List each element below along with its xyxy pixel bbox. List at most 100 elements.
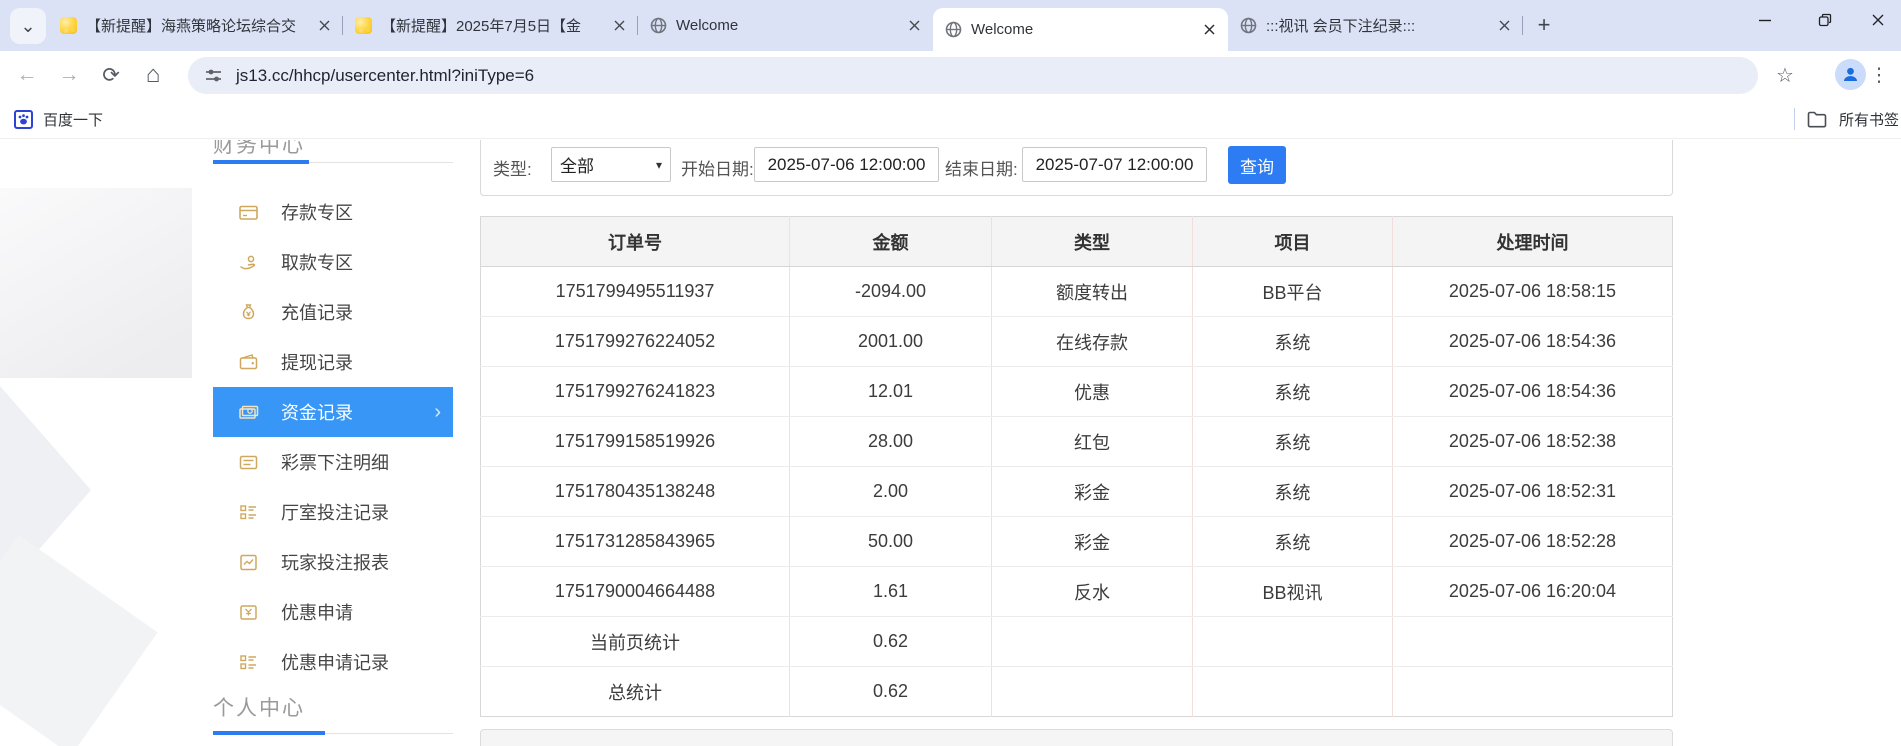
sidebar-item-deposit-zone[interactable]: 存款专区 bbox=[213, 187, 453, 237]
reload-button[interactable]: ⟳ bbox=[94, 58, 128, 92]
cell-project: 系统 bbox=[1192, 416, 1393, 467]
cell-empty bbox=[1192, 616, 1393, 667]
cell-amount: -2094.00 bbox=[789, 266, 992, 317]
sidebar-item-recharge-records[interactable]: 充值记录 bbox=[213, 287, 453, 337]
sidebar-item-withdraw-records[interactable]: 提现记录 bbox=[213, 337, 453, 387]
grid-list-icon bbox=[240, 504, 256, 519]
sidebar-item-room-bet-records[interactable]: 厅室投注记录 bbox=[213, 487, 453, 537]
table-header-row: 订单号 金额 类型 项目 处理时间 bbox=[480, 216, 1673, 267]
close-tab-icon[interactable] bbox=[610, 17, 628, 35]
forward-button[interactable]: → bbox=[52, 58, 86, 92]
new-tab-button[interactable]: + bbox=[1529, 10, 1559, 40]
sidebar-item-label: 充值记录 bbox=[281, 303, 353, 323]
cell-amount: 50.00 bbox=[789, 516, 992, 567]
end-date-input[interactable] bbox=[1022, 147, 1207, 182]
forward-arrow-icon: → bbox=[58, 63, 80, 86]
sidebar-section-underline bbox=[213, 731, 453, 735]
address-bar[interactable]: js13.cc/hhcp/usercenter.html?iniType=6 bbox=[188, 57, 1758, 94]
tab-4-active[interactable]: Welcome bbox=[933, 8, 1228, 51]
chevron-right-icon: › bbox=[434, 400, 441, 423]
person-icon bbox=[1844, 67, 1857, 81]
browser-toolbar: ← → ⟳ ⌂ js13.cc/hhcp/usercenter.html?ini… bbox=[0, 51, 1901, 99]
window-minimize-button[interactable] bbox=[1742, 0, 1788, 40]
close-tab-icon[interactable] bbox=[315, 17, 333, 35]
globe-icon bbox=[650, 17, 667, 34]
pagination-panel bbox=[480, 729, 1673, 746]
type-label: 类型: bbox=[493, 160, 532, 179]
cell-type: 额度转出 bbox=[991, 266, 1193, 317]
search-button[interactable]: 查询 bbox=[1228, 146, 1286, 184]
cell-time: 2025-07-06 18:54:36 bbox=[1392, 366, 1673, 417]
table-summary-row-total: 总统计 0.62 bbox=[480, 666, 1673, 717]
table-row: 1751799276241823 12.01 优惠 系统 2025-07-06 … bbox=[480, 366, 1673, 417]
tab-2[interactable]: 【新提醒】2025年7月5日【金 bbox=[343, 0, 638, 51]
close-icon bbox=[1872, 14, 1884, 26]
site-info-icon[interactable] bbox=[204, 66, 223, 85]
money-bag-icon bbox=[242, 303, 255, 319]
cell-type: 在线存款 bbox=[991, 316, 1193, 367]
divider bbox=[1794, 108, 1795, 130]
withdraw-hand-icon bbox=[239, 255, 256, 269]
browser-menu-button[interactable]: ⋮ bbox=[1862, 58, 1896, 92]
bookmark-label: 百度一下 bbox=[43, 111, 104, 129]
close-tab-icon[interactable] bbox=[905, 17, 923, 35]
cell-amount: 2.00 bbox=[789, 466, 992, 517]
back-button[interactable]: ← bbox=[10, 58, 44, 92]
sidebar-item-label: 提现记录 bbox=[281, 353, 353, 373]
cell-type: 反水 bbox=[991, 566, 1193, 617]
cell-time: 2025-07-06 18:58:15 bbox=[1392, 266, 1673, 317]
bookmark-baidu[interactable]: 百度一下 bbox=[14, 105, 103, 133]
cell-project: BB视讯 bbox=[1192, 566, 1393, 617]
close-tab-icon[interactable] bbox=[1200, 21, 1218, 39]
cell-empty bbox=[1392, 616, 1673, 667]
window-close-button[interactable] bbox=[1855, 0, 1901, 40]
globe-icon bbox=[945, 21, 962, 38]
sidebar-item-promo-apply[interactable]: 优惠申请 bbox=[213, 587, 453, 637]
tab-search-button[interactable]: ⌄ bbox=[10, 8, 46, 44]
tab-1[interactable]: 【新提醒】海燕策略论坛综合交 bbox=[48, 0, 343, 51]
sidebar-item-player-bet-report[interactable]: 玩家投注报表 bbox=[213, 537, 453, 587]
all-bookmarks-button[interactable]: 所有书签 bbox=[1794, 105, 1899, 133]
cell-type: 彩金 bbox=[991, 466, 1193, 517]
folder-icon bbox=[1807, 111, 1827, 127]
start-date-input[interactable] bbox=[754, 147, 939, 182]
cell-project: 系统 bbox=[1192, 316, 1393, 367]
table-row: 1751799158519926 28.00 红包 系统 2025-07-06 … bbox=[480, 416, 1673, 467]
table-row: 1751780435138248 2.00 彩金 系统 2025-07-06 1… bbox=[480, 466, 1673, 517]
sidebar-item-label: 取款专区 bbox=[281, 253, 353, 273]
column-header: 订单号 bbox=[480, 216, 790, 267]
sidebar-item-funds-records[interactable]: 资金记录 › bbox=[213, 387, 453, 437]
restore-icon bbox=[1818, 13, 1832, 27]
sidebar-item-lottery-bet-details[interactable]: 彩票下注明细 bbox=[213, 437, 453, 487]
sidebar-item-promo-apply-records[interactable]: 优惠申请记录 bbox=[213, 637, 453, 687]
cell-order-no: 1751799276224052 bbox=[480, 316, 790, 367]
close-tab-icon[interactable] bbox=[1495, 17, 1513, 35]
cell-order-no: 1751790004664488 bbox=[480, 566, 790, 617]
star-icon: ☆ bbox=[1776, 64, 1794, 87]
bookmark-page-button[interactable]: ☆ bbox=[1768, 58, 1802, 92]
reload-icon: ⟳ bbox=[102, 63, 120, 87]
sidebar-item-withdraw-zone[interactable]: 取款专区 bbox=[213, 237, 453, 287]
cell-type: 彩金 bbox=[991, 516, 1193, 567]
sidebar-item-label: 存款专区 bbox=[281, 203, 353, 223]
cell-summary-label: 当前页统计 bbox=[480, 616, 790, 667]
cell-time: 2025-07-06 18:54:36 bbox=[1392, 316, 1673, 367]
type-select[interactable]: 全部 ▾ bbox=[551, 147, 671, 182]
tab-title: 【新提醒】海燕策略论坛综合交 bbox=[86, 18, 297, 35]
list-card-icon bbox=[239, 455, 258, 469]
sidebar-section-underline bbox=[213, 160, 453, 164]
tab-list: 【新提醒】海燕策略论坛综合交 【新提醒】2025年7月5日【金 Welcome bbox=[48, 0, 1559, 51]
cell-amount: 12.01 bbox=[789, 366, 992, 417]
window-restore-button[interactable] bbox=[1802, 0, 1848, 40]
url-text: js13.cc/hhcp/usercenter.html?iniType=6 bbox=[236, 65, 535, 85]
cell-project: 系统 bbox=[1192, 366, 1393, 417]
cell-order-no: 1751799495511937 bbox=[480, 266, 790, 317]
tab-3[interactable]: Welcome bbox=[638, 0, 933, 51]
sidebar-item-label: 厅室投注记录 bbox=[281, 503, 389, 523]
table-row: 1751731285843965 50.00 彩金 系统 2025-07-06 … bbox=[480, 516, 1673, 567]
tab-5[interactable]: :::视讯 会员下注纪录::: bbox=[1228, 0, 1523, 51]
cell-amount: 1.61 bbox=[789, 566, 992, 617]
table-row: 1751799276224052 2001.00 在线存款 系统 2025-07… bbox=[480, 316, 1673, 367]
table-summary-row-page: 当前页统计 0.62 bbox=[480, 616, 1673, 667]
home-button[interactable]: ⌂ bbox=[136, 58, 170, 92]
